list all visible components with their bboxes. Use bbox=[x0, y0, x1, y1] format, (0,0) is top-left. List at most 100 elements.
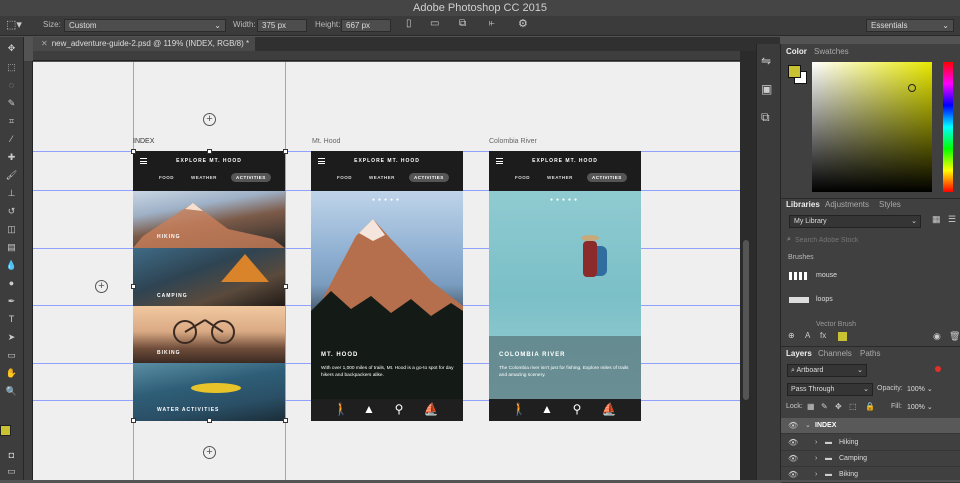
color-picker-cursor[interactable] bbox=[908, 84, 916, 92]
align-icon[interactable]: ⫦ bbox=[489, 18, 495, 29]
bike-icon[interactable]: ⚲ bbox=[391, 402, 407, 416]
document-tab[interactable]: ✕ new_adventure-guide-2.psd @ 119% (INDEX… bbox=[33, 37, 255, 51]
artboard-label-mthood[interactable]: Mt. Hood bbox=[312, 138, 340, 145]
width-field[interactable]: 375 px bbox=[257, 19, 307, 32]
quick-mask-icon[interactable]: ◘ bbox=[3, 449, 20, 461]
artboard-index[interactable]: EXPLORE MT. HOOD FOOD WEATHER ACTIVITIES… bbox=[133, 151, 285, 421]
gear-icon[interactable]: ⚙ bbox=[518, 17, 528, 30]
canvas[interactable]: + + + INDEX Mt. Hood Colombia River EXPL… bbox=[33, 62, 740, 480]
tab-paths[interactable]: Paths bbox=[860, 349, 880, 358]
rectangle-tool-icon[interactable]: ▭ bbox=[3, 349, 20, 361]
transform-handle[interactable] bbox=[283, 284, 288, 289]
bike-icon[interactable]: ⚲ bbox=[569, 402, 585, 416]
close-tab-icon[interactable]: ✕ bbox=[41, 39, 48, 48]
tab-layers[interactable]: Layers bbox=[786, 349, 812, 358]
filter-toggle-icon[interactable] bbox=[935, 366, 941, 372]
hue-slider[interactable] bbox=[943, 62, 953, 192]
add-artboard-left-icon[interactable]: + bbox=[95, 280, 108, 293]
layer-row-biking[interactable]: 👁 › ▬ Biking bbox=[781, 467, 960, 483]
healing-tool-icon[interactable]: ✚ bbox=[3, 151, 20, 163]
cloud-sync-icon[interactable]: ◉ bbox=[933, 331, 941, 342]
workspace-select[interactable]: Essentials ⌄ bbox=[866, 19, 954, 32]
lasso-tool-icon[interactable]: ◌ bbox=[3, 79, 20, 91]
lock-all-icon[interactable]: 🔒 bbox=[865, 402, 875, 411]
tab-styles[interactable]: Styles bbox=[879, 200, 901, 209]
trash-icon[interactable]: 🗑 bbox=[949, 331, 960, 342]
boat-icon[interactable]: ⛵ bbox=[423, 402, 439, 416]
foreground-color-swatch[interactable] bbox=[0, 425, 11, 436]
nav-food[interactable]: FOOD bbox=[515, 175, 530, 180]
blur-tool-icon[interactable]: 💧 bbox=[3, 259, 20, 271]
history-brush-icon[interactable]: ↺ bbox=[3, 205, 20, 217]
tile-camping[interactable]: CAMPING bbox=[133, 248, 285, 306]
hand-tool-icon[interactable]: ✋ bbox=[3, 367, 20, 379]
add-artboard-top-icon[interactable]: + bbox=[203, 113, 216, 126]
layer-filter-select[interactable]: ⌕ Artboard ⌄ bbox=[787, 364, 867, 377]
visibility-eye-icon[interactable]: 👁 bbox=[788, 435, 798, 451]
visibility-eye-icon[interactable]: 👁 bbox=[788, 418, 798, 434]
lock-position-icon[interactable]: ✥ bbox=[835, 402, 842, 411]
eraser-tool-icon[interactable]: ◫ bbox=[3, 223, 20, 235]
screen-mode-icon[interactable]: ▭ bbox=[3, 465, 20, 477]
carousel-dots[interactable]: ●●●●● bbox=[311, 197, 463, 203]
nav-food[interactable]: FOOD bbox=[159, 175, 174, 180]
transform-handle[interactable] bbox=[131, 418, 136, 423]
opacity-field[interactable]: 100% ⌄ bbox=[907, 383, 951, 396]
tile-water-activities[interactable]: WATER ACTIVITIES bbox=[133, 363, 285, 421]
artboard-tool-icon[interactable]: ⬚▾ bbox=[6, 18, 22, 31]
artboard-mthood[interactable]: EXPLORE MT. HOOD FOOD WEATHER ACTIVITIES… bbox=[311, 151, 463, 421]
blend-mode-select[interactable]: Pass Through ⌄ bbox=[787, 383, 873, 396]
brush-item-mouse[interactable]: mouse bbox=[816, 272, 837, 279]
dodge-tool-icon[interactable]: ● bbox=[3, 277, 20, 289]
tab-libraries[interactable]: Libraries bbox=[786, 200, 820, 209]
transform-handle[interactable] bbox=[131, 284, 136, 289]
height-field[interactable]: 667 px bbox=[341, 19, 391, 32]
zoom-tool-icon[interactable]: 🔍 bbox=[3, 385, 20, 397]
collapse-arrow-icon[interactable]: ⌄ bbox=[805, 418, 811, 434]
expand-arrow-icon[interactable]: › bbox=[815, 435, 817, 451]
tab-swatches[interactable]: Swatches bbox=[814, 47, 849, 56]
brush-tool-icon[interactable]: 🖌 bbox=[3, 169, 20, 181]
artboard-colombia[interactable]: EXPLORE MT. HOOD FOOD WEATHER ACTIVITIES… bbox=[489, 151, 641, 421]
add-character-style-icon[interactable]: A bbox=[805, 331, 810, 340]
eyedropper-tool-icon[interactable]: ⁄ bbox=[3, 133, 20, 145]
add-artboard-bottom-icon[interactable]: + bbox=[203, 446, 216, 459]
artboard-label-colombia[interactable]: Colombia River bbox=[489, 138, 537, 145]
lock-pixels-icon[interactable]: ✎ bbox=[821, 402, 828, 411]
transform-handle[interactable] bbox=[131, 149, 136, 154]
nav-activities[interactable]: ACTIVITIES bbox=[587, 173, 627, 182]
fx-icon[interactable]: fx bbox=[820, 331, 826, 340]
grid-view-icon[interactable]: ▦ bbox=[932, 214, 941, 225]
nav-food[interactable]: FOOD bbox=[337, 175, 352, 180]
stamp-tool-icon[interactable]: ⊥ bbox=[3, 187, 20, 199]
move-tool-icon[interactable]: ✥ bbox=[3, 42, 20, 54]
stock-search-input[interactable] bbox=[795, 234, 945, 246]
visibility-eye-icon[interactable]: 👁 bbox=[788, 467, 798, 483]
tab-channels[interactable]: Channels bbox=[818, 349, 852, 358]
tent-icon[interactable]: ▲ bbox=[361, 402, 377, 416]
type-tool-icon[interactable]: T bbox=[3, 313, 20, 325]
tile-biking[interactable]: BIKING bbox=[133, 306, 285, 363]
artboard-label-index[interactable]: INDEX bbox=[133, 138, 154, 145]
boat-icon[interactable]: ⛵ bbox=[601, 402, 617, 416]
hiker-icon[interactable]: 🚶 bbox=[511, 402, 527, 416]
marquee-tool-icon[interactable]: ⬚ bbox=[3, 61, 20, 73]
transform-handle[interactable] bbox=[207, 149, 212, 154]
gradient-tool-icon[interactable]: ▤ bbox=[3, 241, 20, 253]
layer-row-hiking[interactable]: 👁 › ▬ Hiking bbox=[781, 435, 960, 451]
brush-item-loops[interactable]: loops bbox=[816, 296, 833, 303]
nav-weather[interactable]: WEATHER bbox=[191, 175, 217, 180]
add-content-icon[interactable]: ⊕ bbox=[788, 331, 795, 340]
size-select[interactable]: Custom ⌄ bbox=[64, 19, 226, 32]
tab-color[interactable]: Color bbox=[786, 47, 807, 56]
transform-handle[interactable] bbox=[207, 418, 212, 423]
hiker-icon[interactable]: 🚶 bbox=[333, 402, 349, 416]
expand-arrow-icon[interactable]: › bbox=[815, 451, 817, 467]
nav-weather[interactable]: WEATHER bbox=[547, 175, 573, 180]
layer-row-camping[interactable]: 👁 › ▬ Camping bbox=[781, 451, 960, 467]
tab-adjustments[interactable]: Adjustments bbox=[825, 200, 869, 209]
tile-hiking[interactable]: HIKING bbox=[133, 191, 285, 248]
landscape-icon[interactable]: ▭ bbox=[430, 18, 439, 29]
new-artboard-icon[interactable]: ⧉ bbox=[459, 18, 466, 29]
crop-tool-icon[interactable]: ⌗ bbox=[3, 115, 20, 127]
